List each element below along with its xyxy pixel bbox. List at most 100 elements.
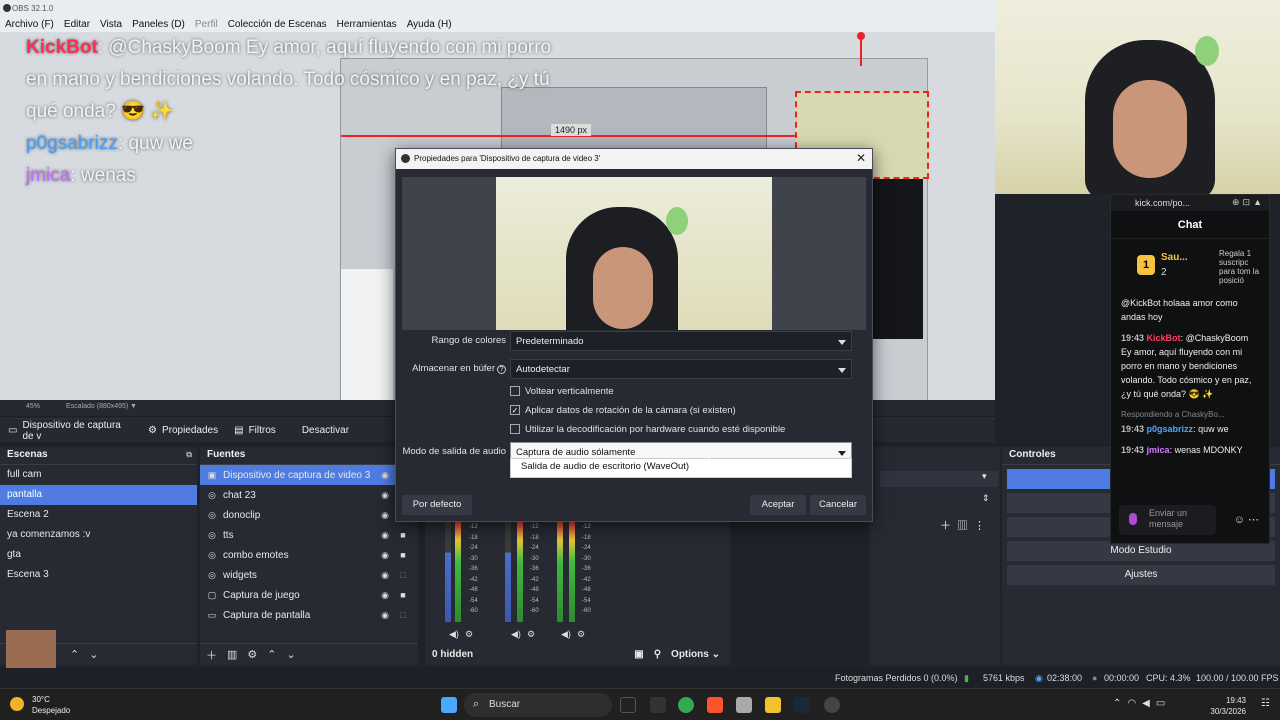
trash-icon[interactable]: ▥ [957, 520, 974, 532]
mic-icon[interactable] [1129, 513, 1137, 525]
menu-vista[interactable]: Vista [95, 17, 127, 32]
help-icon[interactable]: ? [497, 365, 506, 374]
lock-icon[interactable]: ■ [394, 530, 412, 540]
source-item[interactable]: ◎ widgets ◉ □ [200, 565, 418, 585]
scale-mode[interactable]: Escalado (880x495) [66, 403, 128, 410]
mixer-settings-icon[interactable]: ⚙ [465, 629, 473, 640]
move-up-icon[interactable]: ⌃ [70, 648, 79, 661]
filters-button[interactable]: ▤ Filtros [226, 425, 284, 436]
lock-icon[interactable]: ■ [394, 550, 412, 560]
menu-ayuda[interactable]: Ayuda (H) [402, 17, 457, 32]
source-item[interactable]: ▣Dispositivo de captura de video 3◉■ [200, 465, 418, 485]
battery-icon[interactable]: ▭ [1156, 698, 1171, 709]
popout-icon[interactable]: ⧉ [186, 450, 192, 460]
eye-icon[interactable]: ◉ [376, 490, 394, 501]
msg-user[interactable]: KickBot [1147, 333, 1181, 343]
unlock-icon[interactable]: □ [394, 570, 412, 580]
hwdecode-checkbox[interactable]: Utilizar la decodificación por hardware … [510, 422, 785, 436]
brave-icon[interactable] [707, 697, 723, 713]
layout-icon[interactable]: ▣ [634, 649, 643, 660]
lock-icon[interactable]: ■ [394, 590, 412, 600]
volume-icon[interactable]: ◀ [1142, 698, 1156, 709]
kick-url-bar[interactable]: kick.com/po... ⊕⊡▲ [1111, 195, 1269, 211]
scene-item[interactable]: gta [0, 545, 197, 565]
taskbar-search[interactable]: ⌕ Buscar [464, 693, 612, 717]
buffer-select[interactable]: Autodetectar [510, 359, 852, 379]
studio-mode-button[interactable]: Modo Estudio [1007, 541, 1275, 561]
move-down-icon[interactable]: ⌄ [287, 648, 296, 661]
scene-item[interactable]: ya comenzamos :v [0, 525, 197, 545]
speaker-icon[interactable]: ◀) [449, 629, 459, 640]
menu-coleccion[interactable]: Colección de Escenas [223, 17, 332, 32]
settings-button[interactable]: Ajustes [1007, 565, 1275, 585]
deactivate-button[interactable]: Desactivar [294, 425, 357, 436]
obs-icon[interactable] [824, 697, 840, 713]
speaker-icon[interactable]: ◀) [561, 629, 571, 640]
source-item[interactable]: ◎chat 23◉■ [200, 485, 418, 505]
defaults-button[interactable]: Por defecto [402, 495, 472, 515]
emoji-icon[interactable]: ☺ [1234, 514, 1245, 526]
eye-icon[interactable]: ◉ [376, 590, 394, 601]
chat-input[interactable]: Enviar un mensaje [1119, 505, 1216, 535]
menu-editar[interactable]: Editar [59, 17, 95, 32]
taskbar-clock[interactable]: 19:43 30/3/2026 [1210, 695, 1246, 717]
scene-item[interactable]: Escena 3 [0, 565, 197, 585]
rotation-checkbox[interactable]: ✓ Aplicar datos de rotación de la cámara … [510, 403, 736, 417]
menu-herramientas[interactable]: Herramientas [332, 17, 402, 32]
transition-select[interactable] [880, 471, 998, 487]
close-icon[interactable]: ✕ [856, 151, 866, 165]
move-down-icon[interactable]: ⌄ [89, 648, 98, 661]
source-item[interactable]: ◎donoclip◉■ [200, 505, 418, 525]
mixer-settings-icon[interactable]: ⚙ [527, 629, 535, 640]
move-up-icon[interactable]: ⌃ [267, 648, 276, 661]
unlock-icon[interactable]: □ [394, 610, 412, 620]
menu-archivo[interactable]: Archivo (F) [0, 17, 59, 32]
source-item[interactable]: ◎ tts ◉ ■ [200, 525, 418, 545]
stepper-icon[interactable]: ⇕ [982, 493, 990, 504]
scene-item[interactable]: Escena 2 [0, 505, 197, 525]
chrome-icon[interactable] [678, 697, 694, 713]
chevron-down-icon[interactable]: ▼ [130, 403, 137, 410]
eye-icon[interactable]: ◉ [376, 610, 394, 621]
weather-widget[interactable]: 30°C Despejado [10, 694, 70, 716]
msg-user[interactable]: p0gsabrizz [1147, 424, 1194, 434]
options-button[interactable]: Options ⌄ [671, 649, 720, 660]
scene-item[interactable]: full cam [0, 465, 197, 485]
accept-button[interactable]: Aceptar [750, 495, 806, 515]
eye-icon[interactable]: ◉ [376, 570, 394, 581]
wifi-icon[interactable]: ◠ [1127, 698, 1142, 709]
scene-item[interactable]: pantalla [0, 485, 197, 505]
steam-icon[interactable] [794, 697, 810, 713]
speaker-icon[interactable]: ◀) [511, 629, 521, 640]
eye-icon[interactable]: ◉ [376, 510, 394, 521]
notification-icon[interactable]: ☷ [1261, 698, 1270, 709]
chevron-down-icon[interactable]: ▾ [982, 471, 987, 482]
cancel-button[interactable]: Cancelar [810, 495, 866, 515]
epic-games-icon[interactable] [650, 697, 666, 713]
source-item[interactable]: ◎ combo emotes ◉ ■ [200, 545, 418, 565]
properties-button[interactable]: ⚙ Propiedades [140, 425, 226, 436]
task-view-icon[interactable] [620, 697, 636, 713]
add-icon[interactable]: ＋ [940, 520, 957, 532]
eye-icon[interactable]: ◉ [376, 530, 394, 541]
gear-icon[interactable]: ⚙ [247, 648, 257, 661]
color-range-select[interactable]: Predeterminado [510, 331, 852, 351]
mixer-settings-icon[interactable]: ⚙ [577, 629, 585, 640]
source-item[interactable]: ▭ Captura de pantalla ◉ □ [200, 605, 418, 625]
source-item[interactable]: ▢ Captura de juego ◉ ■ [200, 585, 418, 605]
msg-user[interactable]: jmica [1147, 445, 1170, 455]
eye-icon[interactable]: ◉ [376, 470, 394, 481]
menu-perfil[interactable]: Perfil [190, 17, 223, 32]
settings-dots-icon[interactable]: ⋯ [1248, 514, 1259, 526]
folder-icon[interactable] [765, 697, 781, 713]
store-icon[interactable] [736, 697, 752, 713]
more-icon[interactable]: ⋮ [974, 520, 991, 532]
transform-handle[interactable] [857, 32, 865, 66]
chevron-up-icon[interactable]: ⌃ [1113, 698, 1127, 709]
link-icon[interactable]: ⚲ [654, 649, 661, 660]
zoom-level[interactable]: 45% [26, 403, 40, 410]
dropdown-option[interactable]: Salida de audio de escritorio (WaveOut) [510, 458, 852, 478]
eye-icon[interactable]: ◉ [376, 550, 394, 561]
windows-start-icon[interactable] [441, 697, 457, 713]
add-icon[interactable]: ＋ [206, 647, 217, 663]
